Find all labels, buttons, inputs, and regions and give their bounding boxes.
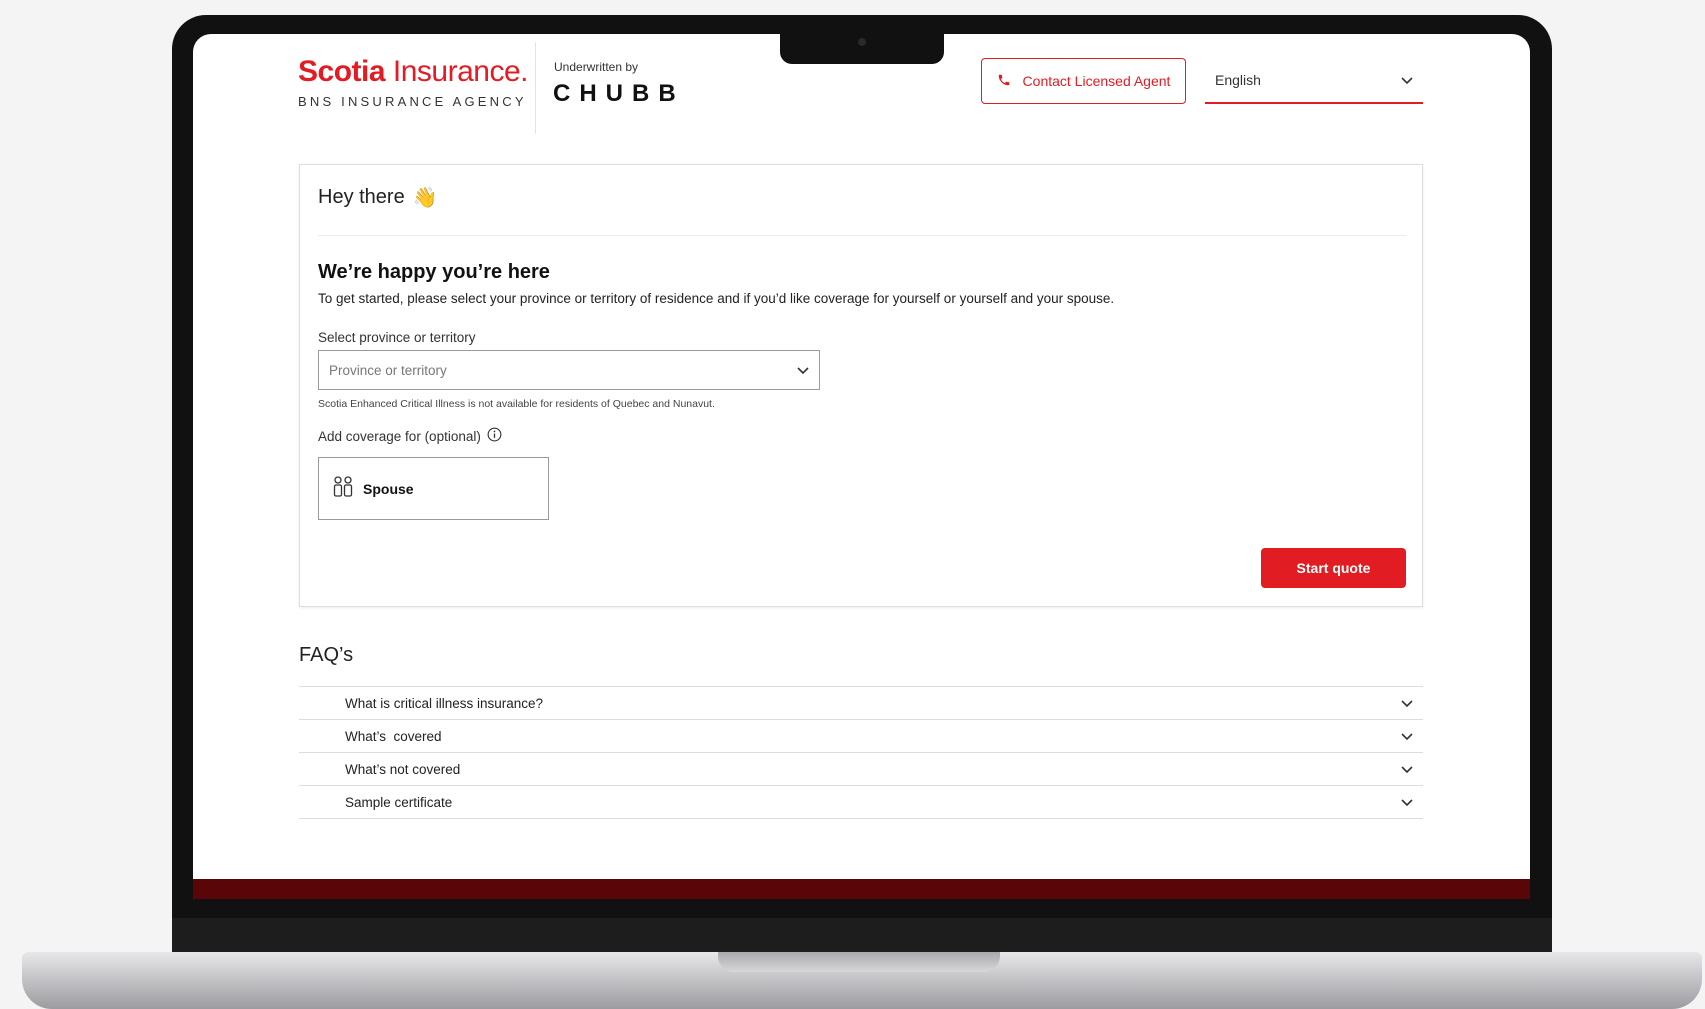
- start-quote-button[interactable]: Start quote: [1261, 548, 1406, 588]
- greeting: Hey there 👋: [318, 185, 438, 210]
- faq-item-whats-covered[interactable]: What’s covered: [299, 720, 1423, 753]
- chevron-down-icon: [1401, 696, 1413, 711]
- language-select[interactable]: English: [1205, 58, 1423, 104]
- coverage-label: Add coverage for (optional): [318, 427, 502, 445]
- card-divider: [318, 235, 1406, 236]
- faq-item-label: What’s covered: [345, 728, 442, 744]
- coverage-label-text: Add coverage for (optional): [318, 428, 481, 444]
- chevron-down-icon: [1401, 795, 1413, 810]
- logo-product: Insurance.: [392, 55, 529, 88]
- laptop-base-notch: [718, 952, 1000, 972]
- province-placeholder: Province or territory: [329, 362, 447, 378]
- spouse-label: Spouse: [363, 480, 414, 497]
- page-headline: We’re happy you’re here: [318, 261, 550, 283]
- quote-start-card: Hey there 👋 We’re happy you’re here To g…: [299, 164, 1423, 607]
- chevron-down-icon: [1401, 762, 1413, 777]
- faq-item-label: What’s not covered: [345, 761, 461, 777]
- logo-subtitle: BNS INSURANCE AGENCY: [298, 94, 527, 109]
- footer-band: [193, 879, 1530, 899]
- province-label: Select province or territory: [318, 330, 476, 345]
- waving-hand-icon: 👋: [412, 187, 438, 209]
- header-divider: [535, 42, 536, 134]
- scotia-insurance-logo[interactable]: Scotia Insurance. BNS INSURANCE AGENCY: [298, 55, 529, 110]
- people-icon: [333, 476, 353, 501]
- faq-item-sample-certificate[interactable]: Sample certificate: [299, 786, 1423, 819]
- faq-item-whats-not-covered[interactable]: What’s not covered: [299, 753, 1423, 786]
- info-icon[interactable]: [487, 427, 502, 445]
- chevron-down-icon: [1401, 72, 1413, 88]
- faq-list: What is critical illness insurance? What…: [299, 686, 1423, 819]
- greeting-text: Hey there: [318, 186, 405, 208]
- camera-lens: [858, 38, 866, 46]
- province-note: Scotia Enhanced Critical Illness is not …: [318, 398, 715, 410]
- chevron-down-icon: [797, 363, 809, 378]
- spouse-coverage-option[interactable]: Spouse: [318, 457, 549, 520]
- chevron-down-icon: [1401, 729, 1413, 744]
- logo-brand: Scotia: [298, 55, 386, 88]
- browser-screen: Scotia Insurance. BNS INSURANCE AGENCY U…: [193, 34, 1530, 899]
- underwritten-by-label: Underwritten by: [554, 60, 639, 74]
- contact-button-label: Contact Licensed Agent: [1022, 73, 1171, 89]
- phone-icon: [997, 73, 1011, 90]
- contact-licensed-agent-button[interactable]: Contact Licensed Agent: [981, 58, 1186, 104]
- province-select[interactable]: Province or territory: [318, 350, 820, 390]
- language-value: English: [1215, 72, 1261, 88]
- faq-item-label: Sample certificate: [345, 794, 453, 810]
- faq-item-label: What is critical illness insurance?: [345, 695, 544, 711]
- faq-title: FAQ’s: [299, 644, 354, 666]
- chubb-logo: CHUBB: [553, 80, 685, 107]
- faq-item-what-is-critical-illness[interactable]: What is critical illness insurance?: [299, 687, 1423, 720]
- intro-text: To get started, please select your provi…: [318, 291, 1115, 306]
